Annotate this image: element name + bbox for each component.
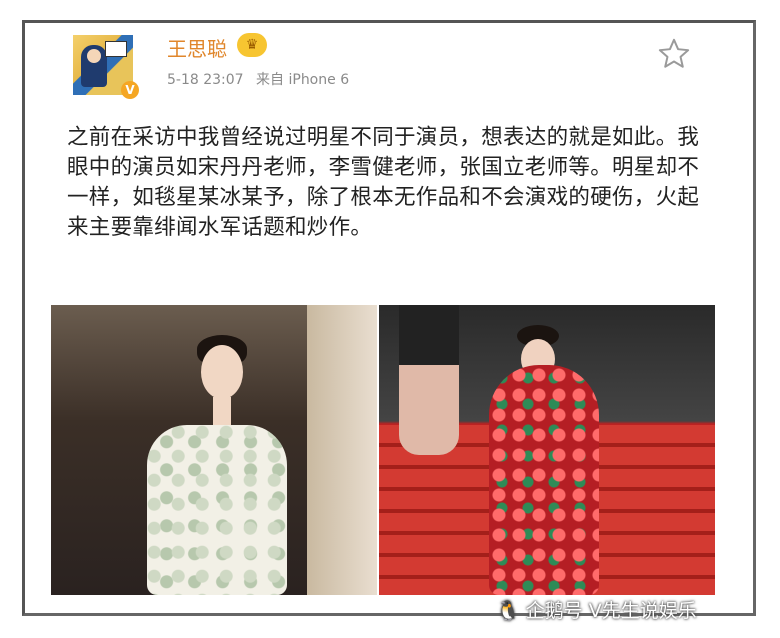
photo-dress [147,425,287,595]
post-text: 之前在采访中我曾经说过明星不同于演员，想表达的就是如此。我眼中的演员如宋丹丹老师… [67,125,700,240]
watermark-text: 企鹅号 V先生说娱乐 [525,600,697,622]
star-icon[interactable] [657,37,691,71]
photo-background-person [399,305,459,455]
avatar-sign [105,41,127,57]
vip-crown-icon: ♛ [237,33,267,57]
photo-head [201,345,243,399]
photo-wall [307,305,377,595]
penguin-icon: 🐧 [496,600,520,622]
post-photo-right[interactable] [379,305,715,595]
username[interactable]: 王思聪 [167,33,227,62]
post-meta: 5-18 23:07 来自 iPhone 6 [167,69,349,89]
weibo-post-card: V 王思聪 ♛ 5-18 23:07 来自 iPhone 6 之前在采访中我曾经… [22,20,756,616]
watermark: 🐧 企鹅号 V先生说娱乐 [496,596,697,623]
verified-badge-icon: V [121,81,139,99]
avatar-face [87,49,101,63]
photo-neck [213,397,231,427]
post-photo-left[interactable] [51,305,377,595]
photo-gown [489,365,599,595]
post-date: 5-18 23:07 [167,72,244,88]
post-source[interactable]: 来自 iPhone 6 [256,72,349,88]
